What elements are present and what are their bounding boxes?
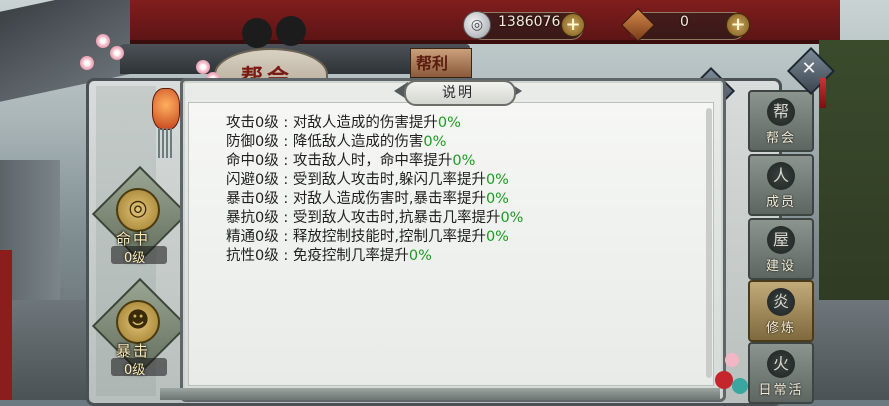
crit-face-icon: ☻ [116, 300, 160, 344]
lantern-icon [152, 88, 180, 130]
stat-percent: 0% [437, 115, 461, 131]
stat-desc: 对敌人造成的伤害提升 [292, 115, 438, 131]
stat-name: 命中0级 [226, 153, 279, 169]
stat-percent: 0% [485, 229, 509, 245]
silver-coin-icon: ◎ [463, 11, 491, 39]
stat-percent: 0% [423, 134, 447, 150]
tab-build[interactable]: 屋 建设 [748, 218, 814, 280]
stat-desc: 攻击敌人时，命中率提升 [292, 153, 453, 169]
blossom-icon [110, 46, 124, 60]
add-coin-button[interactable]: + [561, 13, 585, 37]
stat-row: 暴抗0级 : 受到敌人攻击时,抗暴击几率提升0% [226, 210, 524, 226]
skill-hit-name: 命中 [116, 230, 151, 248]
bottom-strip [160, 388, 720, 400]
stat-desc: 对敌人造成伤害时,暴击率提升 [292, 191, 486, 207]
stat-row: 攻击0级 : 对敌人造成的伤害提升0% [226, 115, 461, 131]
stat-percent: 0% [408, 248, 432, 264]
red-post [0, 250, 12, 400]
stat-row: 抗性0级 : 免疫控制几率提升0% [226, 248, 432, 264]
stat-percent: 0% [485, 172, 509, 188]
tab-daily-label: 日常活 [758, 383, 804, 398]
coin-amount: 1386076 [498, 14, 561, 30]
stat-row: 命中0级 : 攻击敌人时，命中率提升0% [226, 153, 476, 169]
stat-desc: 免疫控制几率提升 [292, 248, 409, 264]
members-icon: 人 [767, 162, 795, 190]
stat-list: 攻击0级 : 对敌人造成的伤害提升0% 防御0级 : 降低敌人造成的伤害0% 命… [226, 114, 523, 266]
add-gem-button[interactable]: + [726, 13, 750, 37]
tab-cultivate-label: 修炼 [765, 321, 796, 336]
tassel [820, 78, 826, 108]
build-icon: 屋 [767, 226, 795, 254]
stat-row: 暴击0级 : 对敌人造成伤害时,暴击率提升0% [226, 191, 509, 207]
stat-row: 闪避0级 : 受到敌人攻击时,躲闪几率提升0% [226, 172, 509, 188]
blossom-icon [80, 56, 94, 70]
stat-percent: 0% [452, 153, 476, 169]
tab-members[interactable]: 人 成员 [748, 154, 814, 216]
stat-name: 攻击0级 [226, 115, 279, 131]
flame-icon: 炎 [767, 288, 795, 316]
stat-name: 暴击0级 [226, 191, 279, 207]
tab-cultivate[interactable]: 炎 修炼 [748, 280, 814, 342]
tab-daily[interactable]: 火 日常活 [748, 342, 814, 404]
dialog-scrollbar[interactable] [706, 108, 712, 378]
stat-row: 防御0级 : 降低敌人造成的伤害0% [226, 134, 447, 150]
stat-percent: 0% [500, 210, 524, 226]
dialog-title: 说明 [442, 85, 474, 101]
stat-name: 抗性0级 [226, 248, 279, 264]
target-icon: ◎ [116, 188, 160, 232]
daily-fire-icon: 火 [767, 350, 795, 378]
tab-guild-label: 帮会 [765, 131, 796, 146]
stat-name: 防御0级 [226, 134, 279, 150]
stat-name: 暴抗0级 [226, 210, 279, 226]
stat-desc: 降低敌人造成的伤害 [292, 134, 424, 150]
skill-hit-level: 0级 [124, 251, 146, 266]
stat-percent: 0% [485, 191, 509, 207]
stat-desc: 受到敌人攻击时,抗暴击几率提升 [292, 210, 501, 226]
blossom-icon [96, 34, 110, 48]
blossom-icon [196, 60, 210, 74]
guild-icon: 帮 [767, 98, 795, 126]
stat-row: 精通0级 : 释放控制技能时,控制几率提升0% [226, 229, 509, 245]
tab-build-label: 建设 [765, 259, 796, 274]
sub-plaque-text: 帮利 [416, 54, 449, 73]
skill-crit-name: 暴击 [116, 342, 151, 360]
lantern-tassel [158, 128, 172, 158]
flower-decoration-icon [715, 353, 748, 394]
tab-members-label: 成员 [765, 195, 796, 210]
stat-name: 精通0级 [226, 229, 279, 245]
tab-guild[interactable]: 帮 帮会 [748, 90, 814, 152]
gem-amount: 0 [680, 14, 689, 30]
stat-name: 闪避0级 [226, 172, 279, 188]
guild-emblem-icon [238, 14, 310, 50]
stat-desc: 释放控制技能时,控制几率提升 [292, 229, 486, 245]
skill-crit-level: 0级 [124, 363, 146, 378]
stat-desc: 受到敌人攻击时,躲闪几率提升 [292, 172, 486, 188]
